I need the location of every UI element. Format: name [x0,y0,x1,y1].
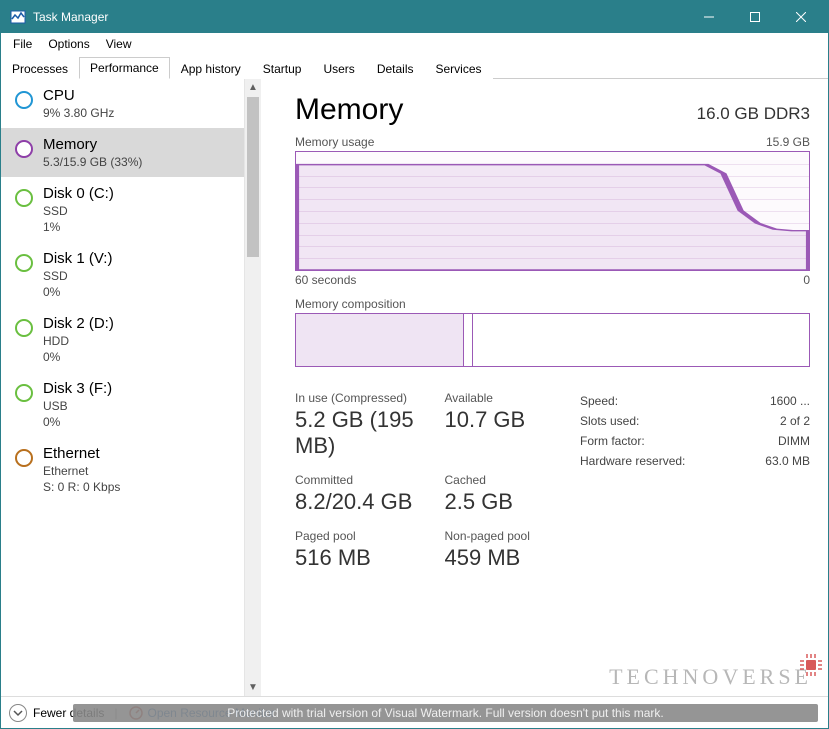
sidebar-item-memory[interactable]: Memory 5.3/15.9 GB (33%) [1,128,244,177]
tab-services[interactable]: Services [425,58,493,79]
menu-view[interactable]: View [98,35,140,53]
sidebar-item-disk1[interactable]: Disk 1 (V:) SSD 0% [1,242,244,307]
memory-spec: 16.0 GB DDR3 [697,104,810,124]
scrollbar-thumb[interactable] [247,97,259,257]
sidebar-item-sub: 0% [43,285,112,299]
tab-performance[interactable]: Performance [79,57,170,79]
sidebar-item-sub: SSD [43,204,114,218]
disk-ring-icon [15,319,33,337]
stat-nonpaged: Non-paged pool 459 MB [445,529,581,571]
fewer-details-icon[interactable] [9,704,27,722]
chart-usage-max: 15.9 GB [766,135,810,149]
tab-startup[interactable]: Startup [252,58,313,79]
sidebar-item-label: Memory [43,136,142,153]
sidebar-item-label: Disk 3 (F:) [43,380,112,397]
tab-bar: Processes Performance App history Startu… [1,55,828,79]
sidebar-item-sub: 0% [43,350,114,364]
sidebar-item-sub: 5.3/15.9 GB (33%) [43,155,142,169]
disk-ring-icon [15,189,33,207]
sidebar-item-sub: 0% [43,415,112,429]
sidebar-scrollbar[interactable]: ▲ ▼ [244,79,261,696]
sidebar-item-disk3[interactable]: Disk 3 (F:) USB 0% [1,372,244,437]
sidebar-item-disk0[interactable]: Disk 0 (C:) SSD 1% [1,177,244,242]
watermark-notice: Protected with trial version of Visual W… [73,704,818,722]
composition-available [473,314,809,366]
composition-inuse [296,314,464,366]
x-axis-left: 60 seconds [295,273,356,287]
sidebar-item-sub: USB [43,399,112,413]
menubar: File Options View [1,33,828,55]
composition-modified [464,314,474,366]
page-title: Memory [295,93,403,127]
stat-available: Available 10.7 GB [445,391,581,459]
sidebar-item-sub: S: 0 R: 0 Kbps [43,480,120,494]
sidebar-item-label: Ethernet [43,445,120,462]
watermark-brand: TECHNOVERSE [609,664,812,690]
x-axis-right: 0 [803,273,810,287]
stat-cached: Cached 2.5 GB [445,473,581,515]
titlebar: Task Manager [1,1,828,33]
memory-usage-chart [295,151,810,271]
ethernet-ring-icon [15,449,33,467]
stat-inuse: In use (Compressed) 5.2 GB (195 MB) [295,391,431,459]
sidebar-item-label: Disk 1 (V:) [43,250,112,267]
sidebar-item-label: CPU [43,87,114,104]
watermark-chip-icon [800,654,822,676]
sidebar-item-sub: Ethernet [43,464,120,478]
sidebar-item-sub: 9% 3.80 GHz [43,106,114,120]
memory-ring-icon [15,140,33,158]
sidebar-item-label: Disk 0 (C:) [43,185,114,202]
tab-processes[interactable]: Processes [1,58,79,79]
tab-app-history[interactable]: App history [170,58,252,79]
sidebar-item-sub: HDD [43,334,114,348]
cpu-ring-icon [15,91,33,109]
main-panel: Memory 16.0 GB DDR3 Memory usage 15.9 GB… [261,79,828,696]
maximize-button[interactable] [732,1,778,33]
minimize-button[interactable] [686,1,732,33]
scroll-down-button[interactable]: ▼ [245,679,261,696]
sidebar-item-ethernet[interactable]: Ethernet Ethernet S: 0 R: 0 Kbps [1,437,244,502]
task-manager-icon [9,8,27,26]
stat-paged: Paged pool 516 MB [295,529,431,571]
sidebar-item-sub: SSD [43,269,112,283]
close-button[interactable] [778,1,824,33]
menu-options[interactable]: Options [40,35,97,53]
hardware-specs: Speed:1600 ... Slots used:2 of 2 Form fa… [580,391,810,571]
disk-ring-icon [15,254,33,272]
sidebar-item-disk2[interactable]: Disk 2 (D:) HDD 0% [1,307,244,372]
sidebar: CPU 9% 3.80 GHz Memory 5.3/15.9 GB (33%)… [1,79,261,696]
scroll-up-button[interactable]: ▲ [245,79,261,96]
sidebar-item-label: Disk 2 (D:) [43,315,114,332]
disk-ring-icon [15,384,33,402]
tab-details[interactable]: Details [366,58,425,79]
sidebar-item-cpu[interactable]: CPU 9% 3.80 GHz [1,79,244,128]
sidebar-item-sub: 1% [43,220,114,234]
memory-composition-chart [295,313,810,367]
composition-label: Memory composition [295,297,810,311]
window-title: Task Manager [33,10,686,24]
chart-usage-label: Memory usage [295,135,374,149]
stat-committed: Committed 8.2/20.4 GB [295,473,431,515]
menu-file[interactable]: File [5,35,40,53]
tab-users[interactable]: Users [312,58,365,79]
